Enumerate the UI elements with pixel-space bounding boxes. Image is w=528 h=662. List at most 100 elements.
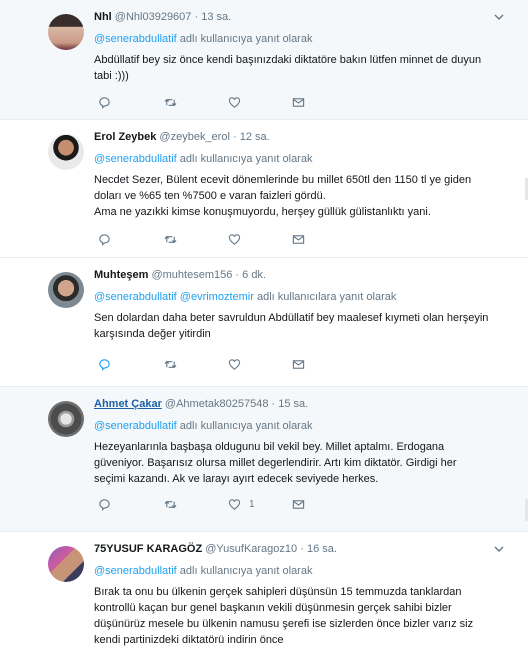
tweet-header: Erol Zeybek @zeybek_erol · 12 sa.: [94, 131, 270, 143]
user-name[interactable]: Ahmet Çakar: [94, 398, 162, 410]
tweet-time[interactable]: 15 sa.: [278, 398, 308, 410]
reply-context: @senerabdullatif adlı kullanıcıya yanıt …: [94, 33, 312, 45]
tweet-text-line: seçimi kazandı. Ak ve larayı ayırt edece…: [94, 473, 379, 485]
mention-link[interactable]: @senerabdullatif: [94, 420, 177, 432]
tweet-text-line: doları ve %65 ten %7500 e varan faizleri…: [94, 190, 326, 202]
user-handle[interactable]: @zeybek_erol: [159, 131, 229, 143]
chevron-down-icon[interactable]: [494, 12, 504, 22]
tweet[interactable]: Ahmet Çakar @Ahmetak80257548 · 15 sa. @s…: [0, 387, 528, 532]
tweet-text-line: karşısında değer yitirdin: [94, 328, 211, 340]
tweet-header: Ahmet Çakar @Ahmetak80257548 · 15 sa.: [94, 398, 308, 410]
direct-message-button[interactable]: [292, 95, 305, 109]
tweet-actions: [94, 232, 334, 246]
envelope-icon: [292, 234, 305, 244]
avatar[interactable]: [48, 401, 84, 437]
tweet-time[interactable]: 6 dk.: [242, 269, 266, 281]
reply-suffix: adlı kullanıcılara yanıt olarak: [256, 291, 397, 303]
like-button[interactable]: [228, 95, 249, 109]
tweet[interactable]: Erol Zeybek @zeybek_erol · 12 sa. @sener…: [0, 120, 528, 258]
tweet-time[interactable]: 12 sa.: [240, 131, 270, 143]
direct-message-button[interactable]: [292, 357, 305, 371]
like-count: 1: [249, 498, 255, 510]
tweet-time[interactable]: 16 sa.: [307, 543, 337, 555]
reply-suffix: adlı kullanıcıya yanıt olarak: [179, 565, 313, 577]
user-name[interactable]: 75YUSUF KARAGÖZ: [94, 543, 202, 555]
reply-button[interactable]: [98, 357, 111, 371]
reply-icon: [99, 358, 110, 371]
tweet-header: Muhteşem @muhtesem156 · 6 dk.: [94, 269, 266, 281]
tweet-text-line: Ama ne yazıkki kimse konuşmuyordu, herşe…: [94, 206, 431, 218]
retweet-button[interactable]: [164, 357, 177, 371]
user-name[interactable]: Nhl: [94, 11, 112, 23]
tweet-text-line: Bırak ta onu bu ülkenin gerçek sahipleri…: [94, 586, 462, 598]
tweet-text-line: kendi partinizdeki diktatörü indirin önc…: [94, 634, 284, 646]
retweet-button[interactable]: [164, 95, 177, 109]
avatar[interactable]: [48, 14, 84, 50]
separator-dot: ·: [235, 269, 240, 281]
envelope-icon: [292, 359, 305, 369]
tweet-actions: 1: [94, 497, 334, 511]
tweet-header: Nhl @Nhl03929607 · 13 sa.: [94, 11, 231, 23]
mention-link[interactable]: @senerabdullatif: [94, 565, 177, 577]
reply-button[interactable]: [98, 95, 111, 109]
tweet-text: Necdet Sezer, Bülent ecevit dönemlerinde…: [94, 172, 512, 220]
tweet[interactable]: 75YUSUF KARAGÖZ @YusufKaragoz10 · 16 sa.…: [0, 532, 528, 662]
mention-link[interactable]: @senerabdullatif: [94, 291, 177, 303]
direct-message-button[interactable]: [292, 497, 305, 511]
reply-context: @senerabdullatif adlı kullanıcıya yanıt …: [94, 153, 312, 165]
separator-dot: ·: [300, 543, 304, 555]
tweet-text-line: güveniyor. Başarısız olursa millet deger…: [94, 457, 457, 469]
reply-suffix: adlı kullanıcıya yanıt olarak: [179, 153, 313, 165]
retweet-icon: [164, 500, 177, 508]
mention-link[interactable]: @evrimoztemir: [180, 291, 254, 303]
separator-dot: ·: [232, 131, 237, 143]
user-name[interactable]: Erol Zeybek: [94, 131, 156, 143]
user-handle[interactable]: @Ahmetak80257548: [165, 398, 269, 410]
like-button[interactable]: [228, 232, 249, 246]
retweet-button[interactable]: [164, 497, 177, 511]
heart-icon: [228, 233, 241, 245]
chevron-down-icon[interactable]: [494, 544, 504, 554]
reply-button[interactable]: [98, 232, 111, 246]
tweet-actions: [94, 95, 334, 109]
tweet-text: Sen dolardan daha beter savruldun Abdüll…: [94, 310, 512, 342]
reply-suffix: adlı kullanıcıya yanıt olarak: [179, 33, 313, 45]
tweet-text: Abdüllatif bey siz önce kendi başınızdak…: [94, 52, 512, 84]
reply-icon: [99, 96, 110, 109]
retweet-button[interactable]: [164, 232, 177, 246]
avatar[interactable]: [48, 272, 84, 308]
tweet-text-line: Necdet Sezer, Bülent ecevit dönemlerinde…: [94, 174, 472, 186]
mention-link[interactable]: @senerabdullatif: [94, 153, 177, 165]
mention-link[interactable]: @senerabdullatif: [94, 33, 177, 45]
separator-dot: ·: [194, 11, 199, 23]
tweet-text-line: tabi :))): [94, 70, 129, 82]
direct-message-button[interactable]: [292, 232, 305, 246]
user-handle[interactable]: @YusufKaragoz10: [205, 543, 297, 555]
tweet[interactable]: Muhteşem @muhtesem156 · 6 dk. @senerabdu…: [0, 258, 528, 387]
user-handle[interactable]: @Nhl03929607: [115, 11, 192, 23]
like-button[interactable]: 1: [228, 497, 255, 511]
avatar[interactable]: [48, 546, 84, 582]
avatar[interactable]: [48, 134, 84, 170]
reply-button[interactable]: [98, 497, 111, 511]
like-button[interactable]: [228, 357, 249, 371]
envelope-icon: [292, 499, 305, 509]
heart-icon: [228, 358, 241, 370]
tweet-time[interactable]: 13 sa.: [201, 11, 231, 23]
envelope-icon: [292, 97, 305, 107]
tweet-text-line: Sen dolardan daha beter savruldun Abdüll…: [94, 312, 489, 324]
retweet-icon: [164, 235, 177, 243]
reply-icon: [99, 233, 110, 246]
tweet-text: Bırak ta onu bu ülkenin gerçek sahipleri…: [94, 584, 512, 648]
user-handle[interactable]: @muhtesem156: [151, 269, 232, 281]
tweet-text-line: kontrollü kaçan bur genel başkanın vekil…: [94, 602, 452, 614]
retweet-icon: [164, 98, 177, 106]
tweet-header: 75YUSUF KARAGÖZ @YusufKaragoz10 · 16 sa.: [94, 543, 337, 555]
separator-dot: ·: [271, 398, 276, 410]
user-name[interactable]: Muhteşem: [94, 269, 148, 281]
heart-icon: [228, 96, 241, 108]
tweet-actions: [94, 357, 334, 371]
tweet-text: Hezeyanlarınla başbaşa oldugunu bil veki…: [94, 439, 512, 487]
tweet[interactable]: Nhl @Nhl03929607 · 13 sa. @senerabdullat…: [0, 0, 528, 120]
tweet-text-line: Abdüllatif bey siz önce kendi başınızdak…: [94, 54, 482, 66]
